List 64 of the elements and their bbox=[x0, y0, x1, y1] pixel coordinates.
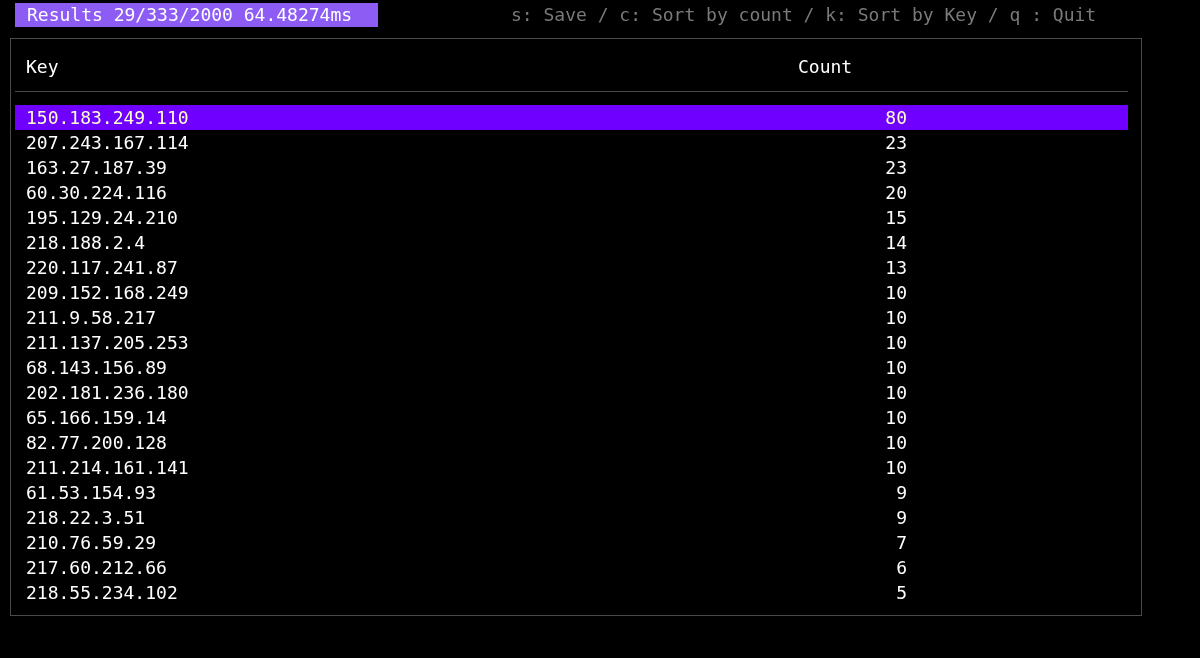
table-cell-text: 9 bbox=[895, 507, 907, 528]
results-title: Results 29/333/2000 64.48274ms bbox=[15, 2, 378, 27]
table-cell-text: 150.183.249.110 bbox=[25, 107, 190, 128]
table-row[interactable]: 61.53.154.93 9 bbox=[15, 480, 1128, 505]
table-cell-text: 218.55.234.102 bbox=[25, 582, 179, 603]
table-cell-text: 10 bbox=[884, 282, 907, 303]
table-cell-text: 82.77.200.128 bbox=[25, 432, 168, 453]
table-row[interactable]: 68.143.156.89 10 bbox=[15, 355, 1128, 380]
table-cell-text: 10 bbox=[884, 307, 907, 328]
table-row[interactable]: 218.55.234.102 5 bbox=[15, 580, 1128, 605]
table-cell-text: 10 bbox=[884, 407, 907, 428]
table-cell-text: 15 bbox=[884, 207, 907, 228]
table-cell-text: 202.181.236.180 bbox=[25, 382, 190, 403]
table-row[interactable]: 60.30.224.116 20 bbox=[15, 180, 1128, 205]
table-cell-text: 218.188.2.4 bbox=[25, 232, 147, 253]
table-cell-text: 10 bbox=[884, 382, 907, 403]
table-cell-text: 210.76.59.29 bbox=[25, 532, 158, 553]
column-header: Count bbox=[798, 55, 854, 77]
table-cell-text: 68.143.156.89 bbox=[25, 357, 168, 378]
table-cell-text: 211.214.161.141 bbox=[25, 457, 190, 478]
table-cell-text: 10 bbox=[884, 457, 907, 478]
keyboard-hints: s: Save / c: Sort by count / k: Sort by Key / q : Quit bbox=[511, 4, 1097, 25]
table-cell-text: 9 bbox=[895, 482, 907, 503]
table-cell-text: 65.166.159.14 bbox=[25, 407, 168, 428]
table-row[interactable]: 163.27.187.39 23 bbox=[15, 155, 1128, 180]
table-row[interactable]: 210.76.59.29 7 bbox=[15, 530, 1128, 555]
table-cell-text: 220.117.241.87 bbox=[25, 257, 179, 278]
table-cell-text: 163.27.187.39 bbox=[25, 157, 168, 178]
table-row[interactable]: 211.137.205.253 10 bbox=[15, 330, 1128, 355]
table-cell-text: 218.22.3.51 bbox=[25, 507, 147, 528]
table-cell-text: 23 bbox=[884, 132, 907, 153]
table-cell-text: 6 bbox=[895, 557, 907, 578]
table-cell-text: 23 bbox=[884, 157, 907, 178]
column-header: Key bbox=[25, 55, 60, 77]
table-row[interactable]: 217.60.212.66 6 bbox=[15, 555, 1128, 580]
table-cell-text: 10 bbox=[884, 357, 907, 378]
table-cell-text: 7 bbox=[895, 532, 907, 553]
table-row[interactable]: 207.243.167.114 23 bbox=[15, 130, 1128, 155]
table-row[interactable]: 211.9.58.217 10 bbox=[15, 305, 1128, 330]
table-cell-text: 80 bbox=[884, 107, 907, 128]
table-cell-text: 211.137.205.253 bbox=[25, 332, 190, 353]
table-row[interactable]: 218.188.2.4 14 bbox=[15, 230, 1128, 255]
table-cell-text: 5 bbox=[895, 582, 907, 603]
table-cell-text: 207.243.167.114 bbox=[25, 132, 190, 153]
table-cell-text: 61.53.154.93 bbox=[25, 482, 158, 503]
table-row[interactable]: 218.22.3.51 9 bbox=[15, 505, 1128, 530]
table-row[interactable]: 202.181.236.180 10 bbox=[15, 380, 1128, 405]
table-cell-text: 209.152.168.249 bbox=[25, 282, 190, 303]
table-row[interactable]: 82.77.200.128 10 bbox=[15, 430, 1128, 455]
table-cell-text: 14 bbox=[884, 232, 907, 253]
table-row[interactable]: 65.166.159.14 10 bbox=[15, 405, 1128, 430]
table-cell-text: 13 bbox=[884, 257, 907, 278]
table-cell-text: 10 bbox=[884, 432, 907, 453]
table-cell-text: 217.60.212.66 bbox=[25, 557, 168, 578]
table-cell-text: 20 bbox=[884, 182, 907, 203]
table-row[interactable]: 211.214.161.141 10 bbox=[15, 455, 1128, 480]
table-cell-text: 10 bbox=[884, 332, 907, 353]
table-cell-text: 195.129.24.210 bbox=[25, 207, 179, 228]
table-row[interactable]: 220.117.241.87 13 bbox=[15, 255, 1128, 280]
table-row[interactable]: 195.129.24.210 15 bbox=[15, 205, 1128, 230]
table-row[interactable]: 209.152.168.249 10 bbox=[15, 280, 1128, 305]
table-cell-text: 60.30.224.116 bbox=[25, 182, 168, 203]
table-cell-text: 211.9.58.217 bbox=[25, 307, 158, 328]
table-row[interactable]: 150.183.249.110 80 bbox=[15, 105, 1128, 130]
